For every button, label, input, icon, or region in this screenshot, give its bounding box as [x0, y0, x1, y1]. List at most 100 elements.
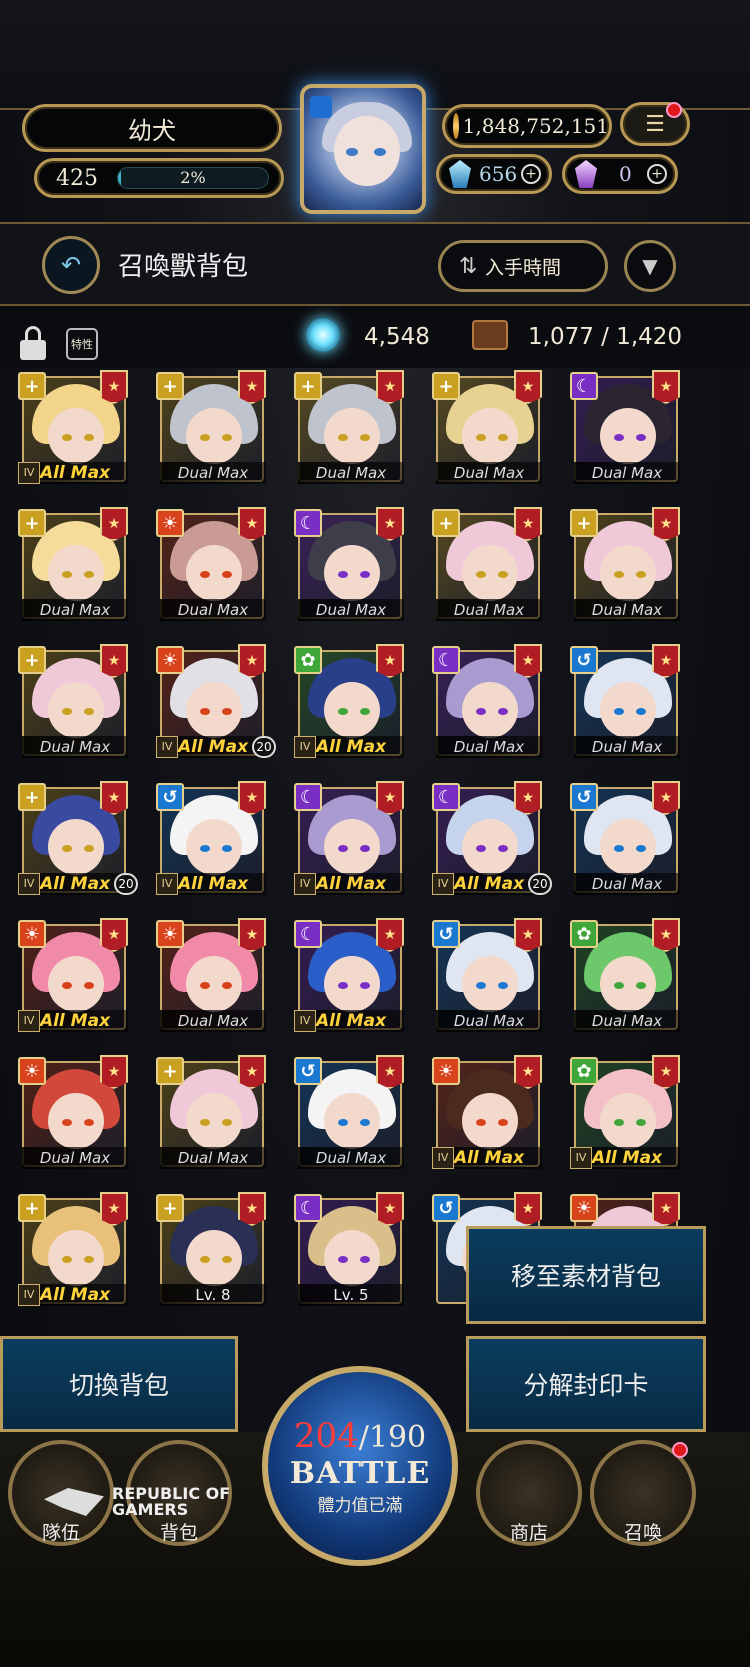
card-label: Lv. 5 [298, 1284, 404, 1306]
summon-card[interactable]: ☾ ★ All Max IV [294, 916, 404, 1036]
card-face [600, 682, 656, 738]
card-eye-icon [498, 708, 508, 715]
summon-card[interactable]: + ★ Dual Max [156, 1053, 266, 1173]
card-eye-icon [84, 845, 94, 852]
rog-logo-icon [44, 1488, 104, 1516]
rank-star-icon: ★ [238, 781, 266, 815]
card-eye-icon [84, 434, 94, 441]
card-label: Dual Max [160, 1147, 266, 1169]
card-eye-icon [222, 845, 232, 852]
card-label: Dual Max [436, 1010, 542, 1032]
blue-gem-icon [449, 160, 471, 188]
card-face [48, 682, 104, 738]
summon-card[interactable]: ✿ ★ Dual Max [570, 916, 680, 1036]
summon-card[interactable]: ☾ ★ All Max IV [294, 779, 404, 899]
summon-card[interactable]: ↺ ★ Dual Max [570, 642, 680, 762]
move-to-material-bag-button[interactable]: 移至素材背包 [466, 1226, 706, 1324]
lock-icon[interactable] [20, 326, 46, 360]
card-rank: IV [156, 873, 178, 895]
fire-element-icon: ☀ [156, 920, 184, 948]
back-button[interactable]: ↶ [42, 236, 100, 294]
add-purple-gem-icon[interactable]: + [647, 164, 667, 184]
summon-card[interactable]: ☀ ★ Dual Max [156, 505, 266, 625]
light-element-icon: + [18, 783, 46, 811]
summon-card[interactable]: ✿ ★ All Max IV [570, 1053, 680, 1173]
card-label: Dual Max [574, 1010, 680, 1032]
card-label: Dual Max [436, 736, 542, 758]
summon-card[interactable]: + ★ All Max IV 20 [18, 779, 138, 899]
card-eye-icon [62, 1119, 72, 1126]
filter-button[interactable]: ▼ [624, 240, 676, 292]
summon-card[interactable]: + ★ Dual Max [432, 505, 542, 625]
card-face [462, 819, 518, 875]
card-level-badge: 20 [528, 873, 552, 895]
summon-card[interactable]: ✿ ★ All Max IV [294, 642, 404, 762]
card-label: Dual Max [574, 873, 680, 895]
card-eye-icon [360, 982, 370, 989]
orb-count: 4,548 [364, 324, 430, 350]
fire-element-icon: ☀ [156, 509, 184, 537]
card-eye-icon [360, 434, 370, 441]
summon-card[interactable]: ☾ ★ Dual Max [294, 505, 404, 625]
card-eye-icon [200, 1119, 210, 1126]
switch-bag-button[interactable]: 切換背包 [0, 1336, 238, 1432]
battle-button[interactable]: 204/190 BATTLE 體力值已滿 [262, 1366, 458, 1566]
summon-card[interactable]: ☀ ★ All Max IV [432, 1053, 542, 1173]
decompose-seal-card-button[interactable]: 分解封印卡 [466, 1336, 706, 1432]
card-eye-icon [360, 1256, 370, 1263]
card-label: Dual Max [298, 1147, 404, 1169]
summon-notification-dot [672, 1442, 688, 1458]
card-label: Dual Max [574, 599, 680, 621]
coin-icon [453, 113, 459, 139]
summon-card[interactable]: ↺ ★ Dual Max [294, 1053, 404, 1173]
summon-card[interactable]: + ★ Dual Max [18, 505, 128, 625]
summon-card[interactable]: ☀ ★ Dual Max [18, 1053, 128, 1173]
card-eye-icon [614, 1119, 624, 1126]
card-label: Dual Max [298, 462, 404, 484]
rank-star-icon: ★ [652, 918, 680, 952]
summon-card[interactable]: ☀ ★ All Max IV [18, 916, 128, 1036]
water-element-icon: ↺ [432, 920, 460, 948]
card-face [462, 1093, 518, 1149]
rank-star-icon: ★ [376, 918, 404, 952]
card-rank: IV [18, 462, 40, 484]
sort-button[interactable]: ⇅ 入手時間 [438, 240, 608, 292]
summon-card[interactable]: + ★ All Max IV [18, 1190, 128, 1310]
dark-element-icon: ☾ [294, 783, 322, 811]
water-element-icon [310, 96, 332, 118]
card-rank: IV [294, 873, 316, 895]
summon-card[interactable]: ↺ ★ Dual Max [432, 916, 542, 1036]
avatar-face [334, 116, 400, 186]
card-face [48, 545, 104, 601]
add-blue-gem-icon[interactable]: + [521, 164, 541, 184]
card-eye-icon [84, 708, 94, 715]
summon-card[interactable]: + ★ Dual Max [156, 368, 266, 488]
nav-bag-label: 背包 [159, 1522, 198, 1544]
summon-card[interactable]: ☀ ★ All Max IV 20 [156, 642, 276, 762]
summon-card[interactable]: + ★ Dual Max [18, 642, 128, 762]
notification-dot [666, 102, 682, 118]
card-eye-icon [338, 982, 348, 989]
summon-card[interactable]: + ★ All Max IV [18, 368, 128, 488]
summon-card[interactable]: + ★ Dual Max [294, 368, 404, 488]
card-face [324, 1093, 380, 1149]
summon-card[interactable]: ☀ ★ Dual Max [156, 916, 266, 1036]
summon-card[interactable]: + ★ Dual Max [570, 505, 680, 625]
summon-card[interactable]: ☾ ★ All Max IV 20 [432, 779, 552, 899]
summon-card[interactable]: + ★ Lv. 8 [156, 1190, 266, 1310]
summon-card[interactable]: + ★ Dual Max [432, 368, 542, 488]
rank-star-icon: ★ [100, 918, 128, 952]
summon-card[interactable]: ☾ ★ Dual Max [432, 642, 542, 762]
card-level-badge: 20 [114, 873, 138, 895]
summon-card[interactable]: ☾ ★ Lv. 5 [294, 1190, 404, 1310]
summon-card[interactable]: ↺ ★ All Max IV [156, 779, 266, 899]
card-eye-icon [338, 845, 348, 852]
player-avatar[interactable] [300, 84, 426, 214]
summon-card[interactable]: ↺ ★ Dual Max [570, 779, 680, 899]
summon-card[interactable]: ☾ ★ Dual Max [570, 368, 680, 488]
card-face [324, 408, 380, 464]
player-name[interactable]: 幼犬 [22, 104, 282, 152]
trait-toggle-button[interactable]: 特性 [66, 328, 98, 360]
card-label: Dual Max [160, 599, 266, 621]
rank-star-icon: ★ [100, 507, 128, 541]
